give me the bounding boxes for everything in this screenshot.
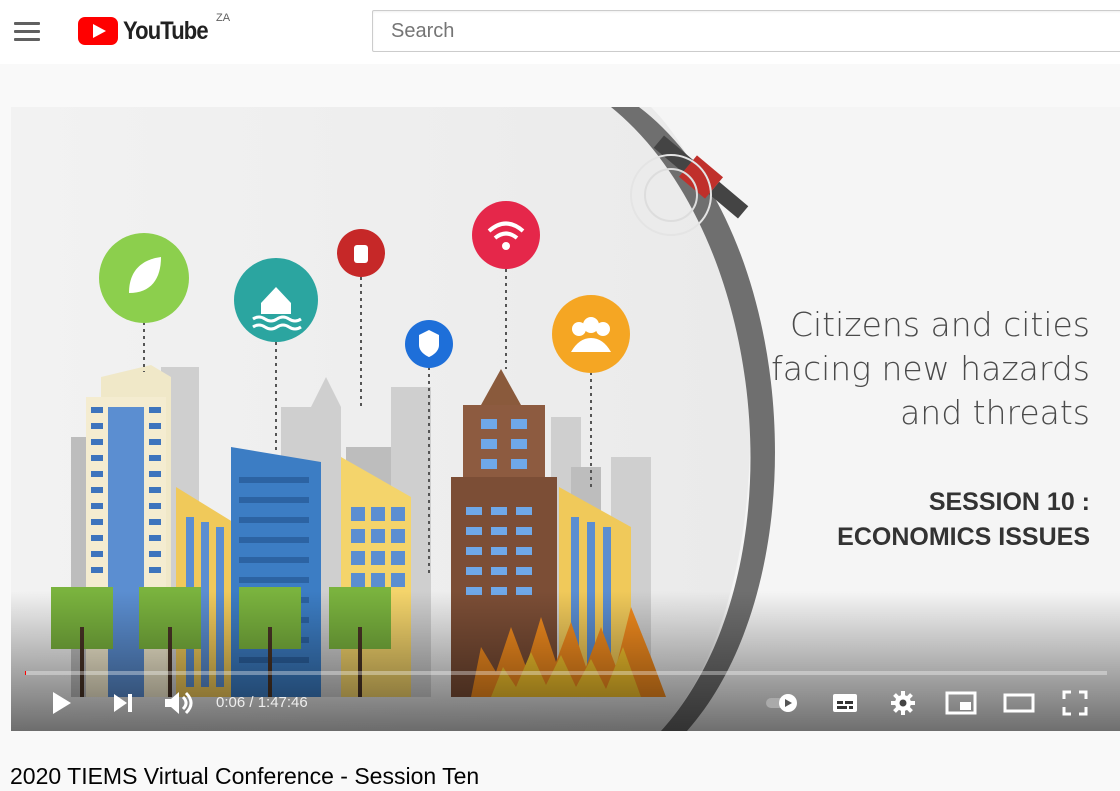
people-icon [552, 295, 630, 373]
youtube-play-icon [78, 17, 118, 45]
video-overlay-title: Citizens and cities facing new hazards a… [730, 303, 1090, 435]
search-box[interactable] [372, 10, 1120, 52]
play-icon[interactable] [45, 687, 77, 719]
miniplayer-icon[interactable] [943, 687, 979, 719]
session-line: ECONOMICS ISSUES [837, 523, 1090, 551]
overlay-title-line: and threats [900, 393, 1090, 432]
session-line: SESSION 10 : [928, 488, 1090, 516]
youtube-logo[interactable]: YouTube [78, 13, 219, 49]
theater-icon[interactable] [1001, 687, 1037, 719]
overlay-title-line: facing new hazards [771, 349, 1090, 388]
progress-fill [25, 671, 27, 675]
menu-icon[interactable] [14, 22, 40, 42]
session-label: SESSION 10 : ECONOMICS ISSUES [750, 485, 1090, 555]
fullscreen-icon[interactable] [1059, 687, 1091, 719]
progress-bar[interactable] [25, 671, 1107, 675]
volume-icon[interactable] [161, 687, 197, 719]
masthead: YouTube ZA [0, 0, 1120, 64]
logo-text: YouTube [123, 16, 209, 45]
search-input[interactable] [373, 11, 1120, 51]
time-display: 0:06 / 1:47:46 [216, 694, 308, 711]
subtitles-icon[interactable] [829, 687, 861, 719]
video-player[interactable]: Citizens and cities facing new hazards a… [11, 107, 1120, 731]
video-title: 2020 TIEMS Virtual Conference - Session … [10, 763, 480, 789]
autoplay-toggle[interactable] [762, 687, 806, 719]
region-code: ZA [216, 12, 231, 24]
player-controls: 0:06 / 1:47:46 [11, 683, 1120, 723]
next-icon[interactable] [107, 687, 139, 719]
settings-icon[interactable] [887, 687, 919, 719]
overlay-title-line: Citizens and cities [789, 305, 1090, 344]
